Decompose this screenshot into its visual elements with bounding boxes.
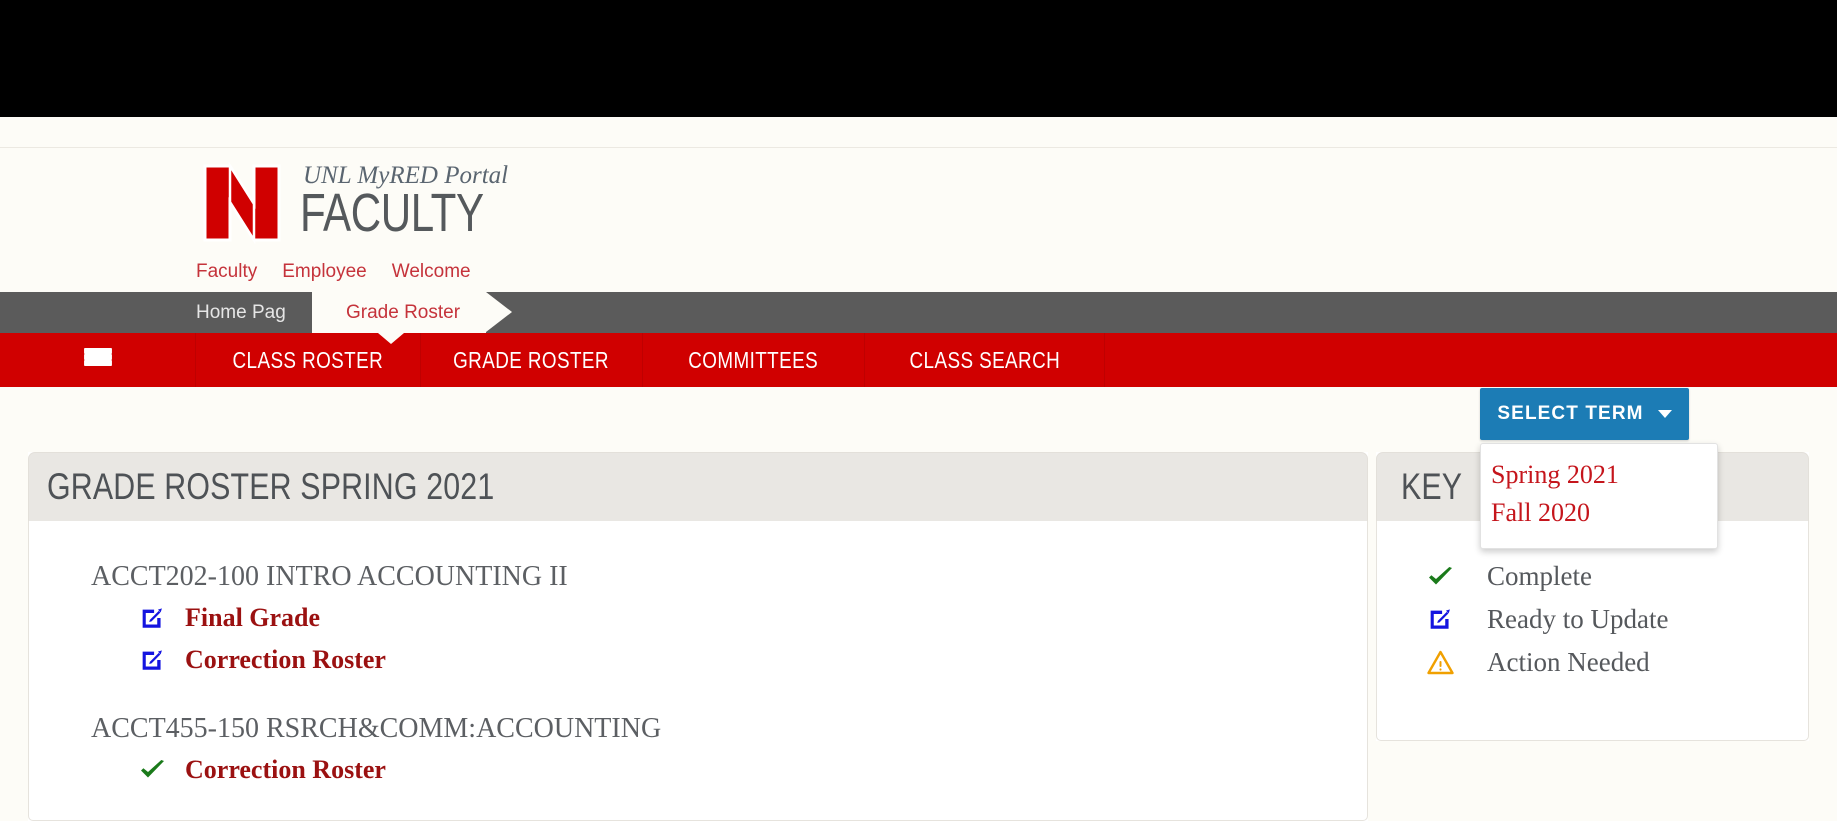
key-label-ready-to-update: Ready to Update xyxy=(1487,604,1669,634)
grade-roster-title: GRADE ROSTER SPRING 2021 xyxy=(47,466,495,507)
chevron-down-icon xyxy=(1657,410,1672,418)
subnav-item-employee[interactable]: Employee xyxy=(282,261,367,283)
grade-roster-panel-header: GRADE ROSTER SPRING 2021 xyxy=(28,452,1368,521)
grade-roster-panel-body: ACCT202-100 INTRO ACCOUNTING II Final Gr… xyxy=(28,521,1368,821)
roster-link[interactable]: Correction Roster xyxy=(185,755,386,785)
check-icon xyxy=(1427,565,1487,589)
secondary-nav: Faculty Employee Welcome xyxy=(196,261,471,283)
key-panel-body: Complete Ready to Update Action Needed xyxy=(1376,521,1809,741)
roster-link-row[interactable]: Correction Roster xyxy=(91,639,1367,681)
term-option-spring-2021[interactable]: Spring 2021 xyxy=(1481,456,1717,494)
edit-square-icon xyxy=(139,606,185,631)
grade-roster-panel: GRADE ROSTER SPRING 2021 ACCT202-100 INT… xyxy=(28,452,1368,821)
main-navigation: CLASS ROSTER GRADE ROSTER COMMITTEES CLA… xyxy=(0,333,1837,387)
term-option-fall-2020[interactable]: Fall 2020 xyxy=(1481,494,1717,532)
roster-link[interactable]: Correction Roster xyxy=(185,645,386,675)
nav-label-class-roster: CLASS ROSTER xyxy=(232,346,384,373)
select-term-button[interactable]: SELECT TERM xyxy=(1480,388,1689,440)
nav-item-class-search[interactable]: CLASS SEARCH xyxy=(865,333,1105,387)
select-term-label: SELECT TERM xyxy=(1497,403,1644,424)
select-term-dropdown-menu: Spring 2021 Fall 2020 xyxy=(1480,443,1718,549)
brand-header: UNL MyRED Portal FACULTY Faculty Employe… xyxy=(0,148,1837,292)
breadcrumb-active-pointer-icon xyxy=(378,333,404,344)
subnav-item-faculty[interactable]: Faculty xyxy=(196,261,257,283)
key-row-complete: Complete xyxy=(1427,555,1808,598)
nav-label-grade-roster: GRADE ROSTER xyxy=(453,346,610,373)
key-row-action-needed: Action Needed xyxy=(1427,641,1808,684)
breadcrumb-item-home-page[interactable]: Home Page xyxy=(196,292,319,333)
top-black-bar xyxy=(0,0,1837,117)
key-title: KEY xyxy=(1401,466,1463,507)
hamburger-icon xyxy=(83,347,112,373)
edit-square-icon xyxy=(1427,607,1487,632)
key-label-action-needed: Action Needed xyxy=(1487,647,1650,677)
page-title: FACULTY xyxy=(300,183,484,243)
nav-label-class-search: CLASS SEARCH xyxy=(909,346,1060,373)
check-icon xyxy=(139,758,185,782)
edit-square-icon xyxy=(139,648,185,673)
course-title: ACCT202-100 INTRO ACCOUNTING II xyxy=(91,561,568,592)
breadcrumb-grade-roster-label: Grade Roster xyxy=(346,301,461,323)
course-block: ACCT455-150 RSRCH&COMM:ACCOUNTING Correc… xyxy=(91,713,1367,791)
warning-triangle-icon xyxy=(1427,650,1487,675)
breadcrumb-item-grade-roster[interactable]: Grade Roster xyxy=(285,292,513,333)
breadcrumb: Home Page Grade Roster xyxy=(0,292,1837,333)
course-block: ACCT202-100 INTRO ACCOUNTING II Final Gr… xyxy=(91,561,1367,681)
roster-link-row[interactable]: Correction Roster xyxy=(91,749,1367,791)
course-title: ACCT455-150 RSRCH&COMM:ACCOUNTING xyxy=(91,713,662,744)
hamburger-menu-button[interactable] xyxy=(0,333,196,387)
subnav-item-welcome[interactable]: Welcome xyxy=(392,261,471,283)
roster-link-row[interactable]: Final Grade xyxy=(91,597,1367,639)
roster-link[interactable]: Final Grade xyxy=(185,603,320,633)
nav-label-committees: COMMITTEES xyxy=(688,346,819,373)
nav-item-committees[interactable]: COMMITTEES xyxy=(643,333,865,387)
nebraska-n-logo-icon[interactable] xyxy=(200,161,284,245)
breadcrumb-home-label: Home Page xyxy=(196,301,297,323)
nav-item-grade-roster[interactable]: GRADE ROSTER xyxy=(421,333,643,387)
key-row-ready-to-update: Ready to Update xyxy=(1427,598,1808,641)
key-label-complete: Complete xyxy=(1487,561,1592,591)
